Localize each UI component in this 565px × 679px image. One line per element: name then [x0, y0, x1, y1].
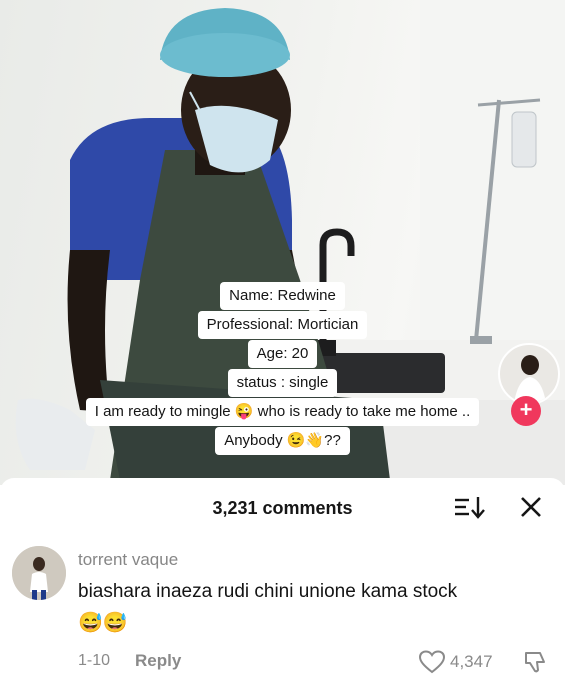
sort-icon [455, 497, 485, 519]
caption-line-anybody: Anybody 😉👋?? [0, 427, 565, 455]
comments-sheet: 3,231 comments torrent vaque biashara in… [0, 478, 565, 674]
dislike-button[interactable] [522, 650, 548, 674]
like-count: 4,347 [450, 652, 493, 671]
close-icon [521, 497, 541, 517]
caption-line-profession: Professional: Mortician [0, 311, 565, 339]
caption-line-status: status : single [0, 369, 565, 397]
commenter-avatar[interactable] [12, 546, 66, 600]
caption-line-age: Age: 20 [0, 340, 565, 368]
caption-line-mingle: I am ready to mingle 😜 who is ready to t… [0, 398, 565, 426]
commenter-username[interactable]: torrent vaque [78, 550, 178, 570]
caption-line-name: Name: Redwine [0, 282, 565, 310]
comment-emojis: 😅😅 [78, 612, 128, 634]
reply-button[interactable]: Reply [135, 651, 181, 671]
heart-icon [418, 650, 446, 674]
thumbs-down-icon [525, 652, 545, 673]
comment-text: biashara inaeza rudi chini unione kama s… [78, 581, 458, 602]
comment-date: 1-10 [78, 652, 111, 669]
sort-button[interactable] [452, 492, 486, 522]
close-button[interactable] [516, 492, 546, 522]
